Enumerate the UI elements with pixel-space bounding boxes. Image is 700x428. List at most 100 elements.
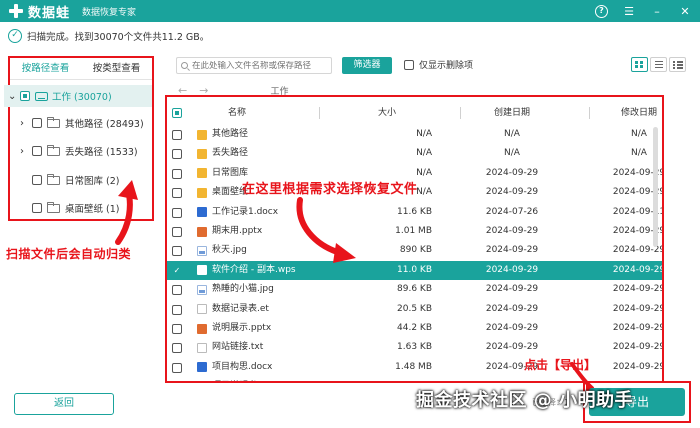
row-size: N/A [416, 167, 432, 178]
row-name: 期末用.pptx [197, 222, 262, 241]
table-row[interactable]: 网站链接.txt 1.63 KB 2024-09-29 2024-09-29 [167, 338, 662, 357]
app-subtitle: 数据恢复专家 [82, 7, 137, 18]
view-switcher [631, 57, 686, 72]
table-row[interactable]: 说明展示.pptx 44.2 KB 2024-09-29 2024-09-29 [167, 319, 662, 338]
tree-item-label: 日常图库 (2) [65, 176, 120, 187]
select-all-checkbox[interactable] [172, 108, 182, 118]
category-panel: 按路径查看 按类型查看 ⌄ 工作 (30070) › 其他路径 (28493) … [4, 56, 154, 221]
folder-file-icon [197, 168, 207, 179]
help-icon[interactable]: ? [595, 4, 608, 18]
tree-root-work[interactable]: ⌄ 工作 (30070) [4, 85, 152, 107]
column-header-name[interactable]: 名称 [197, 101, 277, 125]
table-row[interactable]: ✓ 软件介绍 - 副本.wps 11.0 KB 2024-09-29 2024-09-2… [167, 260, 662, 280]
tree-item-checkbox[interactable] [32, 118, 42, 128]
row-checkbox[interactable] [172, 149, 182, 160]
tree-root-checkbox[interactable] [20, 91, 30, 101]
row-name: 项目说明书.docx [197, 377, 281, 381]
row-created: N/A [504, 148, 520, 159]
folder-file-icon [197, 148, 207, 159]
row-modified: 2024-09-29 [612, 361, 664, 372]
row-checkbox[interactable] [172, 362, 182, 373]
column-header-size[interactable]: 大小 [342, 101, 432, 125]
tree-item-checkbox[interactable] [32, 146, 42, 156]
table-row[interactable]: 秋天.jpg 890 KB 2024-09-29 2024-09-29 [167, 241, 662, 260]
folder-file-icon [197, 187, 207, 198]
row-checkbox[interactable] [172, 324, 182, 334]
table-row[interactable]: 熟睡的小猫.jpg 89.6 KB 2024-09-29 2024-09-29 [167, 280, 662, 299]
tree-item-checkbox[interactable] [32, 203, 42, 213]
row-name: 秋天.jpg [197, 241, 247, 260]
grid-view-icon[interactable] [631, 57, 648, 72]
row-checkbox[interactable] [172, 382, 182, 383]
tree-item-checkbox[interactable] [32, 175, 42, 185]
search-input[interactable] [192, 60, 331, 71]
row-checkbox[interactable]: ✓ [172, 265, 182, 276]
logo-plus-icon [8, 3, 24, 19]
row-modified: 2024-09-29 [612, 284, 664, 295]
row-checkbox[interactable] [172, 304, 182, 315]
back-button[interactable]: 返回 [14, 393, 114, 415]
ppt-file-icon [197, 226, 207, 237]
menu-icon[interactable]: ☰ [622, 5, 636, 18]
row-name-text: 数据记录表.et [212, 303, 269, 314]
column-header-modified[interactable]: 修改日期 [599, 101, 662, 125]
table-row[interactable]: 数据记录表.et 20.5 KB 2024-09-29 2024-09-29 [167, 300, 662, 319]
et-file-icon [197, 304, 207, 315]
row-created: 2024-09-29 [485, 187, 539, 198]
tree-item-lost-paths[interactable]: › 丢失路径 (1533) [20, 142, 138, 160]
close-icon[interactable]: ✕ [678, 5, 692, 18]
watermark: 掘金技术社区 @ 小明助手 [416, 390, 634, 411]
row-created: 2024-07-26 [485, 206, 539, 217]
row-name-text: 期末用.pptx [212, 226, 263, 236]
row-checkbox[interactable] [172, 207, 182, 218]
row-size: N/A [416, 129, 432, 139]
table-row[interactable]: 期末用.pptx 1.01 MB 2024-09-29 2024-09-29 [167, 222, 662, 241]
search-box[interactable] [176, 57, 332, 74]
only-deleted-checkbox[interactable] [404, 59, 414, 70]
folder-icon [47, 201, 60, 213]
row-checkbox[interactable] [172, 227, 182, 237]
column-header-created[interactable]: 创建日期 [472, 101, 552, 125]
row-name-text: 秋天.jpg [212, 245, 247, 256]
row-created: 2024-09-29 [485, 264, 539, 275]
chevron-right-icon[interactable]: › [20, 118, 30, 129]
drive-icon [35, 91, 48, 101]
table-row[interactable]: 工作记录1.docx 11.6 KB 2024-07-26 2024-09-11 [167, 203, 662, 222]
chevron-right-icon[interactable]: › [20, 146, 30, 157]
table-row[interactable]: 丢失路径 N/A N/A N/A [167, 144, 662, 163]
detail-view-icon[interactable] [669, 57, 686, 72]
row-checkbox[interactable] [172, 343, 182, 354]
tree-item-desktop-wallpaper[interactable]: 桌面壁纸 (1) [20, 199, 119, 217]
folder-icon [47, 173, 60, 185]
annotation-click-export: 点击【导出】 [524, 358, 597, 372]
search-icon [181, 62, 188, 69]
tab-by-type[interactable]: 按类型查看 [81, 58, 152, 79]
only-deleted-toggle[interactable]: 仅显示删除项 [404, 58, 473, 71]
folder-file-icon [197, 129, 207, 140]
tab-by-path[interactable]: 按路径查看 [10, 58, 81, 79]
tree-item-other-paths[interactable]: › 其他路径 (28493) [20, 114, 144, 132]
row-checkbox[interactable] [172, 168, 182, 179]
row-name: 工作记录1.docx [197, 203, 278, 222]
list-view-icon[interactable] [650, 57, 667, 72]
row-size: N/A [416, 148, 432, 159]
row-name: 数据记录表.et [197, 300, 269, 319]
scrollbar[interactable] [653, 127, 658, 247]
row-size: 1.63 KB [397, 342, 432, 353]
row-checkbox[interactable] [172, 246, 182, 257]
minimize-icon[interactable]: – [650, 5, 664, 18]
doc-file-icon [197, 207, 207, 218]
chevron-down-icon[interactable]: ⌄ [8, 91, 18, 102]
table-row[interactable]: 其他路径 N/A N/A N/A [167, 125, 662, 144]
row-name-text: 软件介绍 - 副本.wps [212, 264, 296, 275]
tree-item-daily-gallery[interactable]: 日常图库 (2) [20, 171, 119, 189]
row-name: 日常图库 [197, 164, 248, 183]
row-checkbox[interactable] [172, 130, 182, 140]
row-checkbox[interactable] [172, 285, 182, 296]
row-checkbox[interactable] [172, 188, 182, 199]
row-modified: 2024-09-29 [612, 342, 664, 353]
row-name: 项目构思.docx [197, 358, 272, 377]
filter-button[interactable]: 筛选器 [342, 57, 392, 74]
img-file-icon [197, 284, 207, 295]
row-size: 1.68 MB [395, 377, 432, 381]
